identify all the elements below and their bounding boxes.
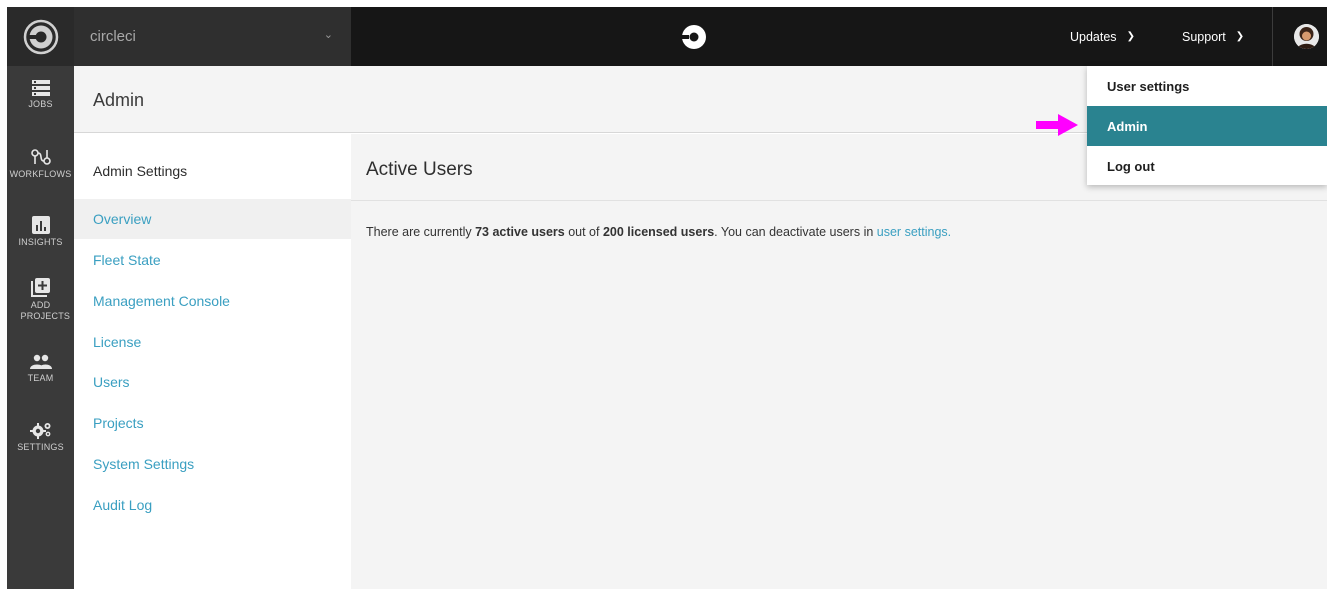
- app-window: circleci ⌄ Updates ❯ Support ❯ JOBS WORK…: [0, 0, 1327, 589]
- updates-label: Updates: [1070, 29, 1117, 44]
- rail-label: JOBS: [28, 99, 53, 109]
- rail-item-add-projects[interactable]: ADD PROJECTS: [7, 277, 74, 322]
- summary-middle: out of: [564, 225, 603, 239]
- rail-item-team[interactable]: TEAM: [7, 354, 74, 384]
- active-users-summary: There are currently 73 active users out …: [366, 225, 951, 239]
- jobs-icon: [31, 80, 50, 96]
- org-switcher[interactable]: circleci ⌄: [74, 7, 351, 66]
- rail-label: TEAM: [27, 373, 54, 383]
- org-name: circleci: [90, 28, 136, 45]
- licensed-users-count: 200 licensed users: [602, 225, 715, 239]
- user-settings-link[interactable]: user settings.: [877, 225, 951, 239]
- circleci-logo[interactable]: [7, 7, 74, 66]
- rail-item-workflows[interactable]: WORKFLOWS: [7, 148, 74, 180]
- main-content: Active Users There are currently 73 acti…: [351, 134, 1327, 589]
- summary-prefix: There are currently: [366, 225, 476, 239]
- nav-item-overview[interactable]: Overview: [74, 199, 351, 239]
- nav-item-fleet-state[interactable]: Fleet State: [74, 240, 351, 280]
- circleci-center-logo-icon: [681, 24, 707, 55]
- rail-item-insights[interactable]: INSIGHTS: [7, 216, 74, 248]
- rail-label: INSIGHTS: [18, 237, 63, 247]
- rail-label: ADD PROJECTS: [20, 300, 71, 321]
- chevron-down-icon: ⌄: [323, 29, 333, 41]
- section-title: Active Users: [366, 159, 473, 180]
- team-icon: [29, 354, 52, 369]
- nav-title: Admin Settings: [93, 163, 188, 179]
- menu-item-user-settings[interactable]: User settings: [1087, 66, 1327, 106]
- add-projects-icon: [30, 278, 50, 297]
- nav-item-license[interactable]: License: [74, 322, 351, 362]
- rail-label: WORKFLOWS: [9, 169, 72, 179]
- top-bar: circleci ⌄ Updates ❯ Support ❯: [7, 7, 1327, 66]
- support-label: Support: [1182, 29, 1226, 44]
- pointer-arrow-icon: [1036, 114, 1078, 136]
- rail-label: SETTINGS: [17, 442, 64, 452]
- divider: [351, 200, 1327, 201]
- rail-item-settings[interactable]: SETTINGS: [7, 421, 74, 453]
- summary-suffix: . You can deactivate users in: [714, 225, 877, 239]
- left-nav-rail: JOBS WORKFLOWS INSIGHTS ADD PROJECTS TEA…: [7, 66, 74, 589]
- topbar-divider: [1272, 7, 1273, 66]
- chevron-down-icon: ❯: [1126, 31, 1135, 42]
- user-avatar[interactable]: [1294, 24, 1319, 49]
- settings-icon: [29, 423, 50, 439]
- page-title: Admin: [93, 90, 145, 110]
- support-menu[interactable]: Support ❯: [1182, 7, 1244, 66]
- circleci-logo-icon: [23, 19, 58, 54]
- nav-item-projects[interactable]: Projects: [74, 403, 351, 443]
- nav-item-users[interactable]: Users: [74, 362, 351, 402]
- avatar-image: [1294, 24, 1319, 49]
- workflows-icon: [30, 149, 51, 165]
- chevron-down-icon: ❯: [1235, 31, 1245, 42]
- nav-item-system-settings[interactable]: System Settings: [74, 444, 351, 484]
- nav-item-management-console[interactable]: Management Console: [74, 281, 351, 321]
- updates-menu[interactable]: Updates ❯: [1070, 7, 1135, 66]
- admin-settings-nav: Admin Settings Overview Fleet State Mana…: [74, 134, 351, 589]
- active-users-count: 73 active users: [475, 225, 565, 239]
- user-dropdown-menu: User settings Admin Log out: [1087, 66, 1327, 185]
- nav-item-audit-log[interactable]: Audit Log: [74, 485, 351, 525]
- insights-icon: [31, 216, 50, 234]
- menu-item-log-out[interactable]: Log out: [1087, 146, 1327, 186]
- menu-item-admin[interactable]: Admin: [1087, 106, 1327, 146]
- rail-item-jobs[interactable]: JOBS: [7, 80, 74, 110]
